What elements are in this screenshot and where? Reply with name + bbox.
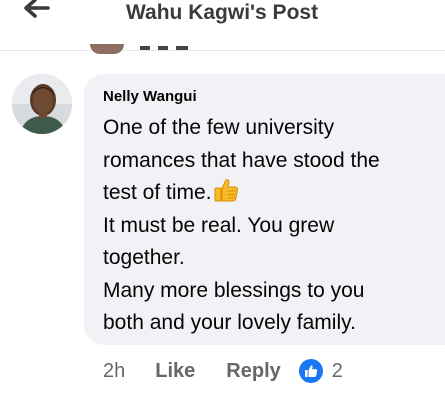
comment-bubble[interactable]: Nelly Wangui One of the few university r… [84, 74, 445, 345]
comment-timestamp[interactable]: 2h [103, 360, 125, 383]
post-header: Wahu Kagwi's Post [0, 0, 445, 51]
comment-line-text: test of time. [103, 181, 212, 204]
previous-comment-peek [140, 46, 210, 50]
page-title: Wahu Kagwi's Post [126, 1, 319, 24]
avatar[interactable] [12, 74, 72, 134]
comment-line: Many more blessings to you [103, 278, 365, 302]
avatar-photo [12, 74, 72, 134]
reaction-count: 2 [331, 359, 343, 382]
comment-author[interactable]: Nelly Wangui [103, 88, 433, 106]
comment-line: One of the few university [103, 116, 335, 139]
reactions-summary[interactable]: 2 [298, 359, 343, 383]
comment-line: together. [103, 246, 185, 269]
thumbs-up-emoji [214, 179, 238, 202]
previous-comment-avatar [90, 44, 124, 54]
comment-line: both and your lovely family. [103, 311, 356, 334]
like-button[interactable]: Like [155, 360, 195, 383]
comment-line-with-emoji: test of time. [103, 177, 433, 210]
comment-line: It must be real. You grew [103, 213, 335, 237]
comment-actions: 2h Like Reply 2 [103, 356, 343, 386]
comment-line: romances that have stood the [103, 148, 380, 172]
like-reaction-icon [298, 359, 323, 383]
back-arrow-icon[interactable] [18, 0, 52, 22]
reply-button[interactable]: Reply [226, 360, 280, 383]
